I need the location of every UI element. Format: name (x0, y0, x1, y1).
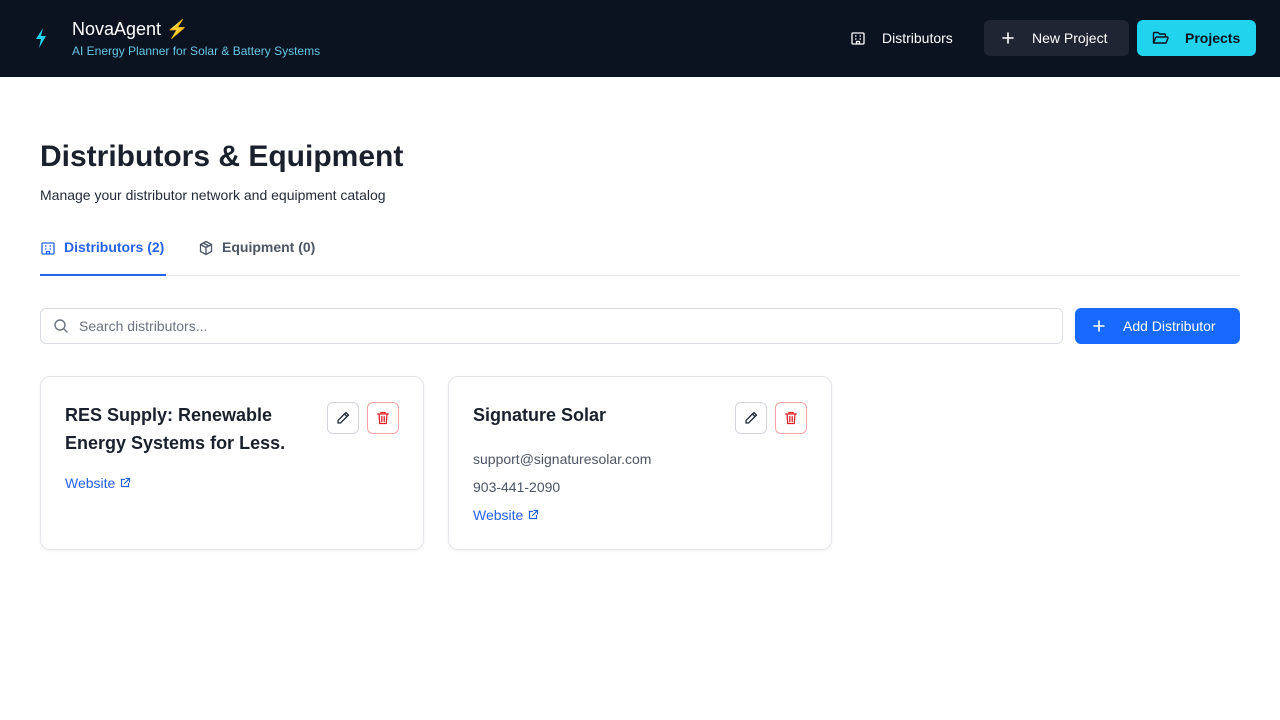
website-link-label: Website (65, 475, 116, 491)
tab-equipment-label: Equipment (0) (222, 239, 316, 255)
new-project-button[interactable]: New Project (984, 20, 1129, 56)
website-link[interactable]: Website (65, 475, 131, 491)
tab-distributors-label: Distributors (2) (64, 239, 165, 255)
distributor-card: Signature Solar support@signaturesolar.c… (448, 376, 832, 550)
nav-distributors-link[interactable]: Distributors (838, 20, 976, 56)
app-tagline: AI Energy Planner for Solar & Battery Sy… (72, 44, 321, 58)
search-icon (54, 319, 68, 333)
package-icon (199, 240, 213, 256)
projects-label: Projects (1185, 30, 1241, 46)
nav-distributors-label: Distributors (882, 30, 953, 46)
app-name: NovaAgent ⚡ (72, 19, 189, 39)
trash-icon (376, 411, 390, 425)
building-icon (41, 242, 55, 255)
search-box (40, 308, 1063, 344)
website-link-label: Website (473, 507, 524, 523)
distributor-card: RES Supply: Renewable Energy Systems for… (40, 376, 424, 550)
distributor-email: support@signaturesolar.com (473, 451, 652, 467)
folder-open-icon (1152, 31, 1169, 44)
external-link-icon (529, 509, 539, 520)
distributor-phone: 903-441-2090 (473, 479, 561, 495)
distributor-name: RES Supply: Renewable Energy Systems for… (65, 405, 286, 453)
delete-button[interactable] (367, 402, 399, 434)
add-distributor-label: Add Distributor (1123, 318, 1216, 334)
distributor-name: Signature Solar (473, 405, 607, 425)
trash-icon (784, 411, 798, 425)
lightning-bolt-icon (36, 28, 46, 48)
tab-equipment[interactable]: Equipment (0) (198, 238, 324, 276)
pencil-icon (745, 411, 758, 424)
page-title: Distributors & Equipment (40, 140, 404, 173)
projects-button[interactable]: Projects (1137, 20, 1256, 56)
edit-button[interactable] (735, 402, 767, 434)
search-input[interactable] (79, 318, 1039, 334)
external-link-icon (121, 477, 131, 488)
top-nav-bar: NovaAgent ⚡ AI Energy Planner for Solar … (0, 0, 1280, 77)
tab-distributors[interactable]: Distributors (2) (40, 238, 166, 276)
building-icon (851, 32, 865, 45)
page-subtitle: Manage your distributor network and equi… (40, 187, 386, 203)
delete-button[interactable] (775, 402, 807, 434)
pencil-icon (337, 411, 350, 424)
edit-button[interactable] (327, 402, 359, 434)
new-project-label: New Project (1032, 30, 1108, 46)
plus-icon (1093, 320, 1105, 332)
add-distributor-button[interactable]: Add Distributor (1075, 308, 1240, 344)
plus-icon (1002, 32, 1014, 44)
website-link[interactable]: Website (473, 507, 539, 523)
